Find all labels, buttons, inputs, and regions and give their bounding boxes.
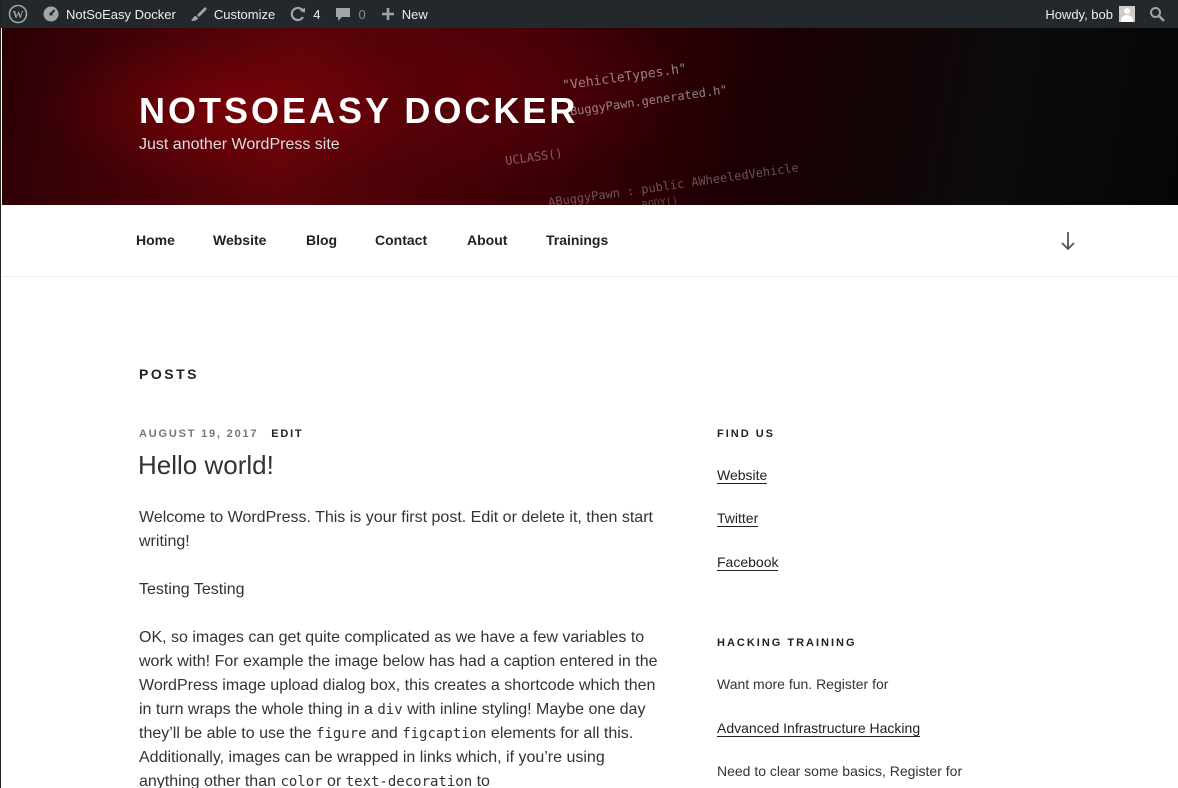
post-content: Welcome to WordPress. This is your first… bbox=[139, 506, 669, 788]
nav-item-website[interactable]: Website bbox=[213, 232, 266, 248]
updates-refresh-icon bbox=[291, 6, 306, 22]
find-us-link-website[interactable]: Website bbox=[717, 467, 767, 484]
howdy-label: Howdy, bob bbox=[1045, 6, 1113, 22]
paragraph-text: and bbox=[366, 725, 403, 742]
nav-item-blog[interactable]: Blog bbox=[306, 232, 337, 248]
updates-count: 4 bbox=[313, 6, 321, 22]
dashboard-gauge-icon bbox=[43, 6, 59, 22]
post-date-link[interactable]: August 19, 2017 bbox=[139, 428, 258, 440]
search-icon bbox=[1150, 7, 1165, 22]
post-paragraph: Testing Testing bbox=[139, 581, 245, 598]
post-title-link[interactable]: Hello world! bbox=[138, 450, 274, 481]
site-name-menu[interactable]: NotSoEasy Docker bbox=[35, 0, 183, 28]
new-content-menu[interactable]: New bbox=[373, 0, 435, 28]
site-description: Just another WordPress site bbox=[139, 136, 340, 153]
inline-code: figure bbox=[316, 726, 367, 742]
header-code-line: "VehicleTypes.h" bbox=[561, 61, 688, 94]
wordpress-logo-menu[interactable]: W bbox=[1, 0, 35, 28]
edit-post-link[interactable]: Edit bbox=[271, 428, 303, 440]
nav-item-contact[interactable]: Contact bbox=[375, 232, 427, 248]
inline-code: div bbox=[377, 702, 403, 718]
customize-link[interactable]: Customize bbox=[183, 0, 282, 28]
updates-link[interactable]: 4 bbox=[282, 0, 327, 28]
admin-search-button[interactable] bbox=[1142, 0, 1178, 28]
find-us-link-facebook[interactable]: Facebook bbox=[717, 554, 778, 571]
header-code-line: UCLASS() bbox=[504, 146, 564, 168]
site-title[interactable]: NotSoEasy Docker bbox=[139, 90, 578, 132]
plus-icon bbox=[381, 8, 394, 20]
hacking-training-text: Want more fun. Register for bbox=[717, 676, 889, 692]
nav-item-about[interactable]: About bbox=[467, 232, 507, 248]
inline-code: figcaption bbox=[402, 726, 487, 742]
post-paragraph: OK, so images can get quite complicated … bbox=[139, 626, 669, 788]
hacking-training-widget-title: Hacking Training bbox=[717, 637, 857, 649]
wordpress-logo-icon: W bbox=[8, 4, 28, 24]
advanced-infrastructure-hacking-link[interactable]: Advanced Infrastructure Hacking bbox=[717, 720, 920, 737]
comments-count: 0 bbox=[358, 6, 366, 22]
my-account-menu[interactable]: Howdy, bob bbox=[1038, 0, 1142, 28]
page-title: Posts bbox=[139, 366, 199, 382]
avatar bbox=[1119, 6, 1135, 22]
inline-code: text-decoration bbox=[345, 774, 473, 788]
site-header: "VehicleTypes.h" eBuggyPawn.generated.h"… bbox=[2, 28, 1178, 205]
find-us-link-twitter[interactable]: Twitter bbox=[717, 510, 758, 527]
scroll-down-arrow-icon[interactable] bbox=[1060, 230, 1076, 252]
paragraph-text: or bbox=[322, 773, 346, 788]
main-navigation: Home Website Blog Contact About Training… bbox=[2, 205, 1178, 277]
find-us-widget-title: Find Us bbox=[717, 428, 775, 440]
nav-item-home[interactable]: Home bbox=[136, 232, 175, 248]
hacking-training-text: Need to clear some basics, Register for bbox=[717, 763, 963, 779]
svg-text:W: W bbox=[13, 9, 24, 21]
inline-code: color bbox=[280, 774, 323, 788]
paintbrush-icon bbox=[190, 7, 207, 21]
admin-bar: W NotSoEasy Docker Customize 4 0 New How… bbox=[1, 0, 1178, 28]
comment-bubble-icon bbox=[336, 8, 351, 21]
customize-label: Customize bbox=[213, 6, 276, 22]
entry-meta: August 19, 2017 Edit bbox=[139, 428, 303, 440]
new-label: New bbox=[401, 6, 428, 22]
comments-link[interactable]: 0 bbox=[327, 0, 372, 28]
post-paragraph: Welcome to WordPress. This is your first… bbox=[139, 509, 653, 550]
paragraph-text: to bbox=[472, 773, 490, 788]
nav-item-trainings[interactable]: Trainings bbox=[546, 232, 608, 248]
header-code-line: BODY() bbox=[641, 195, 679, 205]
site-name-label: NotSoEasy Docker bbox=[66, 6, 176, 22]
